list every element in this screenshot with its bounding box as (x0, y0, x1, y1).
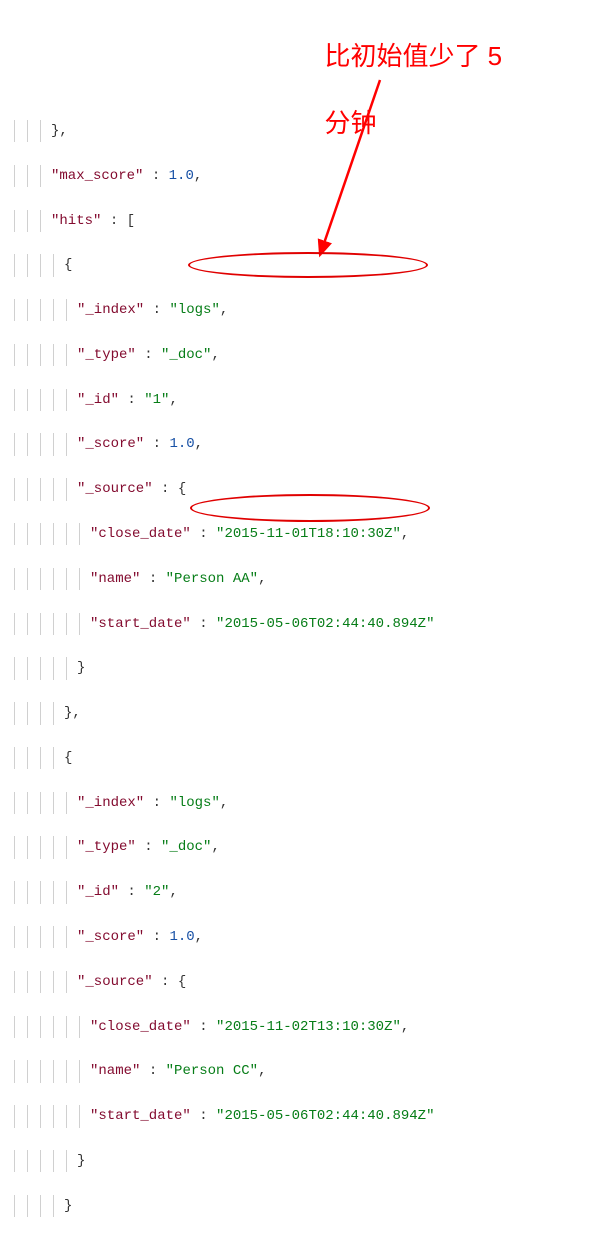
json-string: "logs" (169, 302, 219, 318)
json-string: "2015-11-02T13:10:30Z" (216, 1019, 401, 1035)
json-key: "close_date" (90, 1019, 191, 1035)
json-punct: }, (51, 123, 68, 139)
json-key: "_type" (77, 839, 136, 855)
json-key: "_type" (77, 347, 136, 363)
json-key: "_score" (77, 436, 144, 452)
json-punct: } (77, 1153, 85, 1169)
json-string: "Person CC" (166, 1063, 258, 1079)
json-key: "_source" (77, 481, 153, 497)
json-number: 1.0 (169, 436, 194, 452)
annotation-line2: 分钟 (324, 108, 376, 138)
json-string: "2015-05-06T02:44:40.894Z" (216, 1108, 434, 1124)
annotation-line1: 比初始值少了 5 (324, 41, 502, 71)
json-key: "max_score" (51, 168, 143, 184)
code-block: }, "max_score" : 1.0, "hits" : [ { "_ind… (12, 98, 593, 1236)
json-string: "_doc" (161, 347, 211, 363)
json-string: "2" (144, 884, 169, 900)
json-punct: } (77, 660, 85, 676)
json-punct: } (64, 1198, 72, 1214)
json-key: "_index" (77, 302, 144, 318)
json-key: "close_date" (90, 526, 191, 542)
json-string: "1" (144, 392, 169, 408)
json-string: "Person AA" (166, 571, 258, 587)
json-key: "_id" (77, 884, 119, 900)
json-key: "_id" (77, 392, 119, 408)
json-number: 1.0 (169, 168, 194, 184)
json-punct: { (64, 750, 72, 766)
json-key: "_score" (77, 929, 144, 945)
json-string: "2015-11-01T18:10:30Z" (216, 526, 401, 542)
json-string: "logs" (169, 795, 219, 811)
json-punct: { (64, 257, 72, 273)
json-key: "start_date" (90, 1108, 191, 1124)
json-key: "hits" (51, 213, 101, 229)
json-punct: }, (64, 705, 81, 721)
json-key: "name" (90, 1063, 140, 1079)
json-number: 1.0 (169, 929, 194, 945)
json-string: "_doc" (161, 839, 211, 855)
annotation-label: 比初始值少了 5 分钟 (310, 6, 502, 141)
json-key: "name" (90, 571, 140, 587)
json-key: "_source" (77, 974, 153, 990)
json-key: "_index" (77, 795, 144, 811)
